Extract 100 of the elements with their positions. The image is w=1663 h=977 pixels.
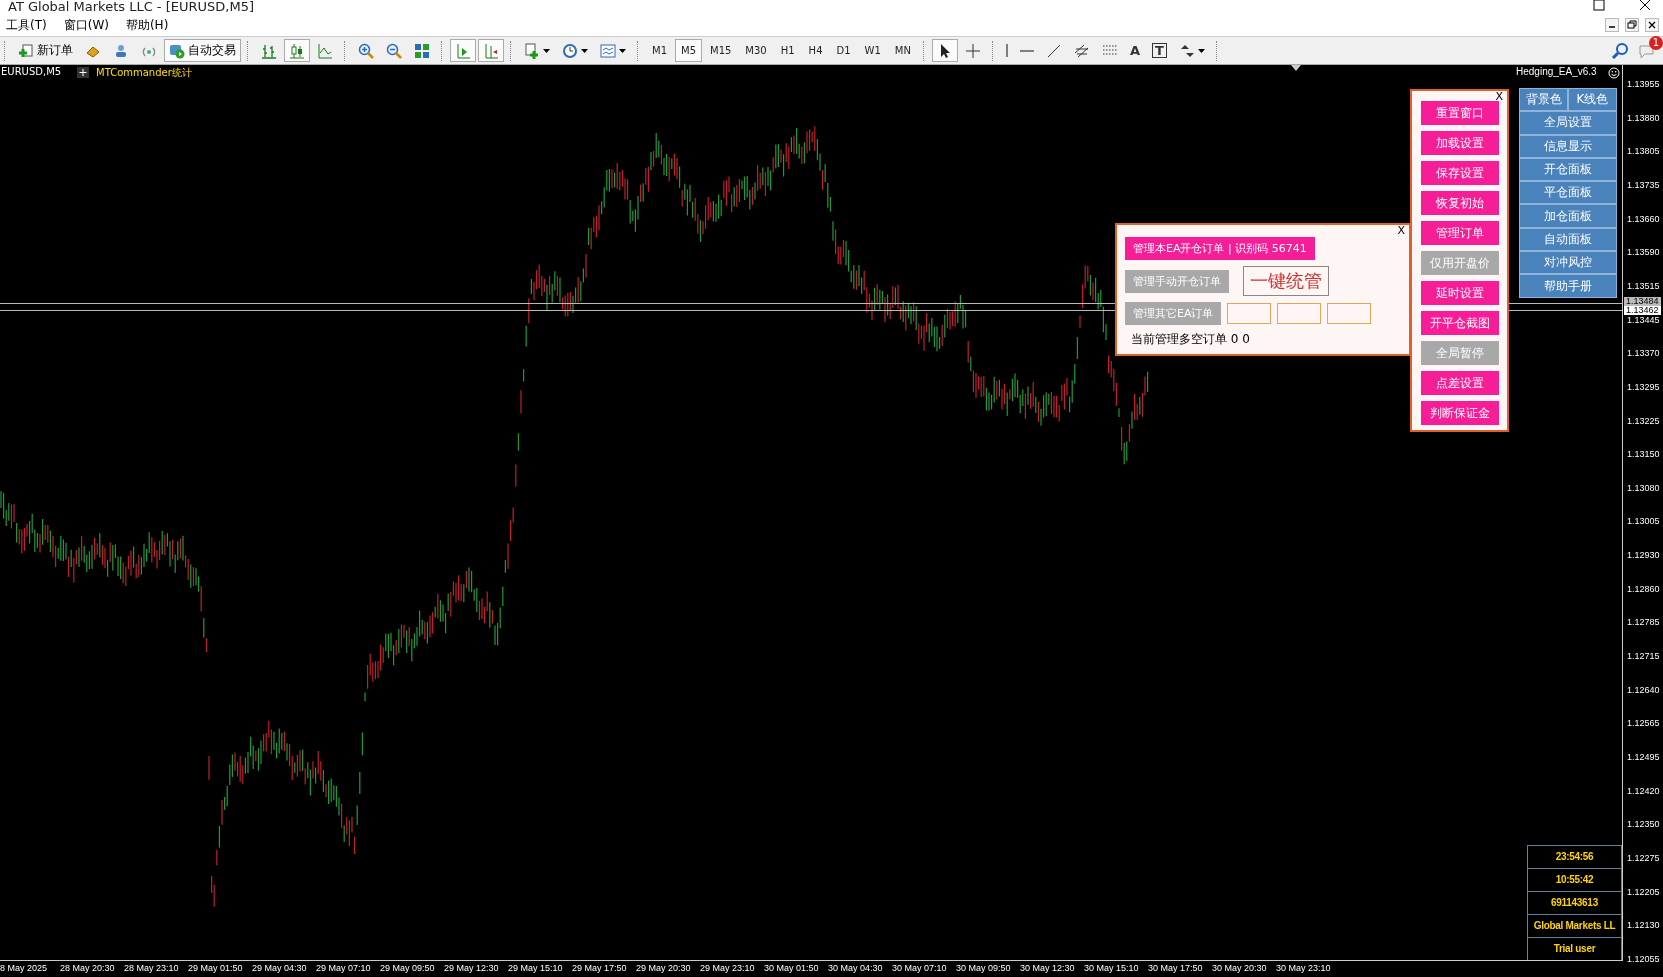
plus-icon[interactable] bbox=[77, 67, 89, 78]
time-tick-label: 29 May 23:10 bbox=[700, 963, 755, 973]
price-tick-label: 1.13735 bbox=[1627, 179, 1660, 190]
input-field[interactable] bbox=[1227, 303, 1272, 324]
panel-menu-button[interactable]: 帮助手册 bbox=[1519, 274, 1617, 298]
panel-button[interactable]: 重置窗口 bbox=[1420, 101, 1499, 125]
price-tick-label: 1.12495 bbox=[1627, 752, 1660, 762]
timeframe-button[interactable]: W1 bbox=[858, 39, 887, 62]
candlestick-icon bbox=[289, 42, 305, 59]
price-tick-label: 1.13005 bbox=[1627, 516, 1660, 527]
channel-lines-icon bbox=[1073, 42, 1090, 59]
indicator-label: MTCommander统计 bbox=[96, 66, 192, 80]
input-field[interactable] bbox=[1277, 303, 1322, 324]
price-tick-label: 1.13955 bbox=[1627, 79, 1660, 89]
time-tick-label: 30 May 20:30 bbox=[1212, 963, 1267, 973]
toolbar-button[interactable]: 新订单 bbox=[13, 39, 78, 62]
price-tick-label: 1.12350 bbox=[1627, 819, 1660, 830]
timeframe-button[interactable]: H4 bbox=[802, 39, 829, 62]
timeframe-button[interactable]: M5 bbox=[675, 39, 702, 62]
panel-button[interactable]: 延时设置 bbox=[1420, 281, 1499, 305]
timeframe-button[interactable]: M30 bbox=[739, 39, 773, 62]
color-button[interactable]: 背景色 bbox=[1519, 88, 1568, 112]
timeframe-button[interactable]: MN bbox=[888, 39, 917, 62]
crosshair-icon bbox=[964, 42, 981, 59]
toolbar-button[interactable]: 自动交易 bbox=[164, 39, 241, 62]
time-tick-label: 30 May 17:50 bbox=[1148, 963, 1203, 973]
shift-chart-icon bbox=[483, 42, 499, 59]
timeframe-button[interactable]: M15 bbox=[704, 39, 738, 62]
toolbar-tool[interactable] bbox=[931, 39, 958, 62]
menu-item[interactable]: 帮助(H) bbox=[119, 16, 180, 34]
status-text: 当前管理多空订单 0 0 bbox=[1130, 331, 1251, 348]
panel-button[interactable]: 管理订单 bbox=[1420, 221, 1499, 245]
horizontal-line-icon bbox=[1019, 49, 1034, 52]
price-tick-label: 1.12785 bbox=[1627, 617, 1660, 628]
restore-icon[interactable] bbox=[1625, 18, 1639, 32]
time-tick-label: 28 May 23:10 bbox=[124, 963, 179, 973]
close-icon[interactable] bbox=[1639, 0, 1651, 11]
time-tick-label: 30 May 23:10 bbox=[1276, 963, 1331, 973]
panel-button[interactable]: 仅用开盘价 bbox=[1420, 251, 1499, 275]
timeframe-button[interactable]: M1 bbox=[646, 39, 673, 62]
panel-button[interactable]: 全局暂停 bbox=[1420, 341, 1499, 365]
color-button[interactable]: K线色 bbox=[1568, 88, 1617, 112]
panel-button[interactable]: 保存设置 bbox=[1420, 161, 1499, 185]
price-tick-label: 1.13295 bbox=[1627, 381, 1660, 392]
panel-button[interactable]: 开平仓截图 bbox=[1420, 311, 1499, 335]
panel-menu-button[interactable]: 加仓面板 bbox=[1519, 204, 1617, 228]
maximize-icon[interactable] bbox=[1593, 0, 1605, 11]
close-button[interactable]: X bbox=[1495, 90, 1503, 103]
info-cell: 10:55:42 bbox=[1528, 869, 1621, 892]
info-cell: 23:54:56 bbox=[1528, 846, 1621, 869]
price-tick-label: 1.13225 bbox=[1627, 415, 1660, 426]
timeframe-button[interactable]: D1 bbox=[830, 39, 857, 62]
menu-item[interactable]: 窗口(W) bbox=[57, 16, 120, 34]
timeframe-button[interactable]: H1 bbox=[774, 39, 801, 62]
search-icon[interactable] bbox=[1611, 41, 1629, 60]
scroll-chart-icon bbox=[455, 42, 471, 59]
close-button[interactable]: X bbox=[1397, 224, 1405, 237]
text-tool-button[interactable]: A bbox=[1124, 39, 1145, 62]
price-tick-label: 1.12640 bbox=[1627, 684, 1660, 695]
play-badge-icon bbox=[169, 42, 185, 59]
time-tick-label: 29 May 09:50 bbox=[380, 963, 435, 973]
panel-button[interactable]: 点差设置 bbox=[1420, 371, 1499, 395]
symbol-label: EURUSD,M5 bbox=[1, 66, 62, 77]
option-button[interactable]: 管理其它EA订单 bbox=[1125, 302, 1222, 325]
trend-line-icon bbox=[1045, 42, 1062, 59]
one-click-button[interactable]: 一键统管 bbox=[1243, 266, 1329, 296]
time-tick-label: 29 May 20:30 bbox=[636, 963, 691, 973]
price-tick-label: 1.13660 bbox=[1627, 213, 1660, 224]
option-button[interactable]: 管理本EA开仓订单 | 识别码 56741 bbox=[1125, 237, 1315, 260]
line-chart-icon bbox=[317, 42, 333, 59]
panel-menu-button[interactable]: 平仓面板 bbox=[1519, 181, 1617, 205]
ea-name-label: Hedging_EA_v6.3 bbox=[1516, 66, 1597, 77]
time-tick-label: 29 May 12:30 bbox=[444, 963, 499, 973]
time-tick-label: 30 May 09:50 bbox=[956, 963, 1011, 973]
time-tick-label: 29 May 15:10 bbox=[508, 963, 563, 973]
input-field[interactable] bbox=[1327, 303, 1372, 324]
template-icon bbox=[600, 42, 616, 59]
add-indicator-icon bbox=[524, 42, 540, 59]
info-cell: Global Markets LL bbox=[1528, 915, 1621, 938]
close-icon[interactable] bbox=[1645, 18, 1659, 32]
panel-menu-button[interactable]: 开仓面板 bbox=[1519, 157, 1617, 182]
menu-item[interactable]: 工具(T) bbox=[0, 16, 58, 34]
price-tick-label: 1.13445 bbox=[1627, 314, 1660, 325]
minimize-icon[interactable] bbox=[1605, 18, 1619, 32]
price-tag: 1.13484 bbox=[1624, 297, 1661, 306]
panel-menu-button[interactable]: 全局设置 bbox=[1519, 111, 1617, 135]
price-tick-label: 1.13080 bbox=[1627, 482, 1660, 493]
price-tick-label: 1.12205 bbox=[1627, 886, 1660, 897]
time-tick-label: 29 May 01:50 bbox=[188, 963, 243, 973]
info-cell: Trial user bbox=[1528, 938, 1621, 960]
panel-menu-button[interactable]: 自动面板 bbox=[1519, 227, 1617, 252]
panel-button[interactable]: 加载设置 bbox=[1420, 131, 1499, 155]
panel-menu-button[interactable]: 对冲风控 bbox=[1519, 251, 1617, 275]
price-tick-label: 1.13515 bbox=[1627, 280, 1660, 291]
option-button[interactable]: 管理手动开仓订单 bbox=[1125, 269, 1229, 293]
text-tool-button[interactable]: T bbox=[1147, 39, 1172, 62]
price-tick-label: 1.12130 bbox=[1627, 920, 1660, 931]
panel-button[interactable]: 判断保证金 bbox=[1420, 401, 1499, 425]
panel-menu-button[interactable]: 信息显示 bbox=[1519, 134, 1617, 158]
panel-button[interactable]: 恢复初始 bbox=[1420, 191, 1499, 215]
